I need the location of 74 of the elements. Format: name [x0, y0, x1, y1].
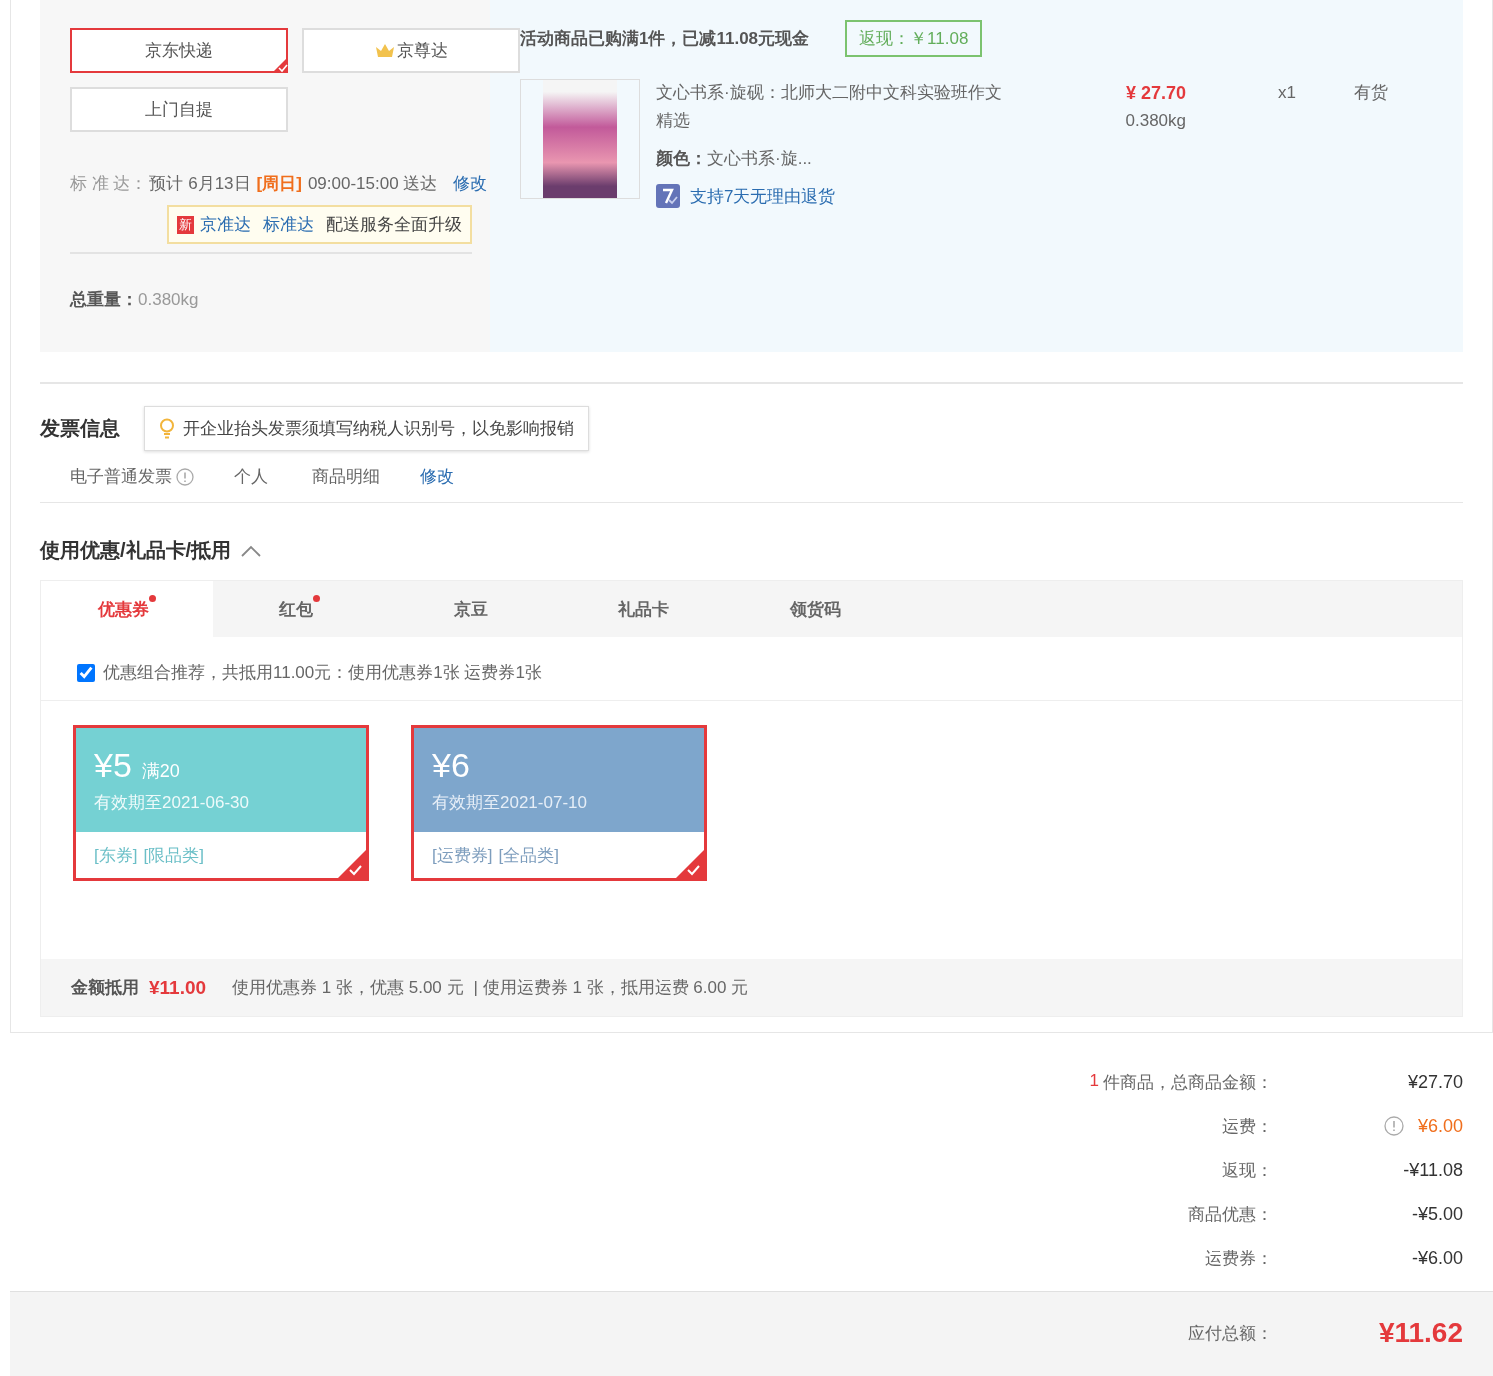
- coupon-tag: [东券]: [94, 843, 138, 867]
- coupon-card[interactable]: ¥6 有效期至2021-07-10 [运费券] [全品类]: [411, 725, 707, 881]
- summary-value: -¥11.08: [1403, 1159, 1463, 1181]
- tooltip-text: 配送服务全面升级: [326, 214, 462, 236]
- delivery-label: 标 准 达：: [70, 173, 148, 195]
- delivery-time: 09:00-15:00 送达: [307, 173, 438, 195]
- new-badge: 新: [177, 215, 194, 234]
- deduction-detail: | 使用运费券 1 张，抵用运费 6.00 元: [473, 977, 749, 999]
- invoice-holder: 个人: [234, 466, 268, 488]
- discount-tab[interactable]: 京豆: [385, 581, 557, 637]
- delivery-date: 预计 6月13日: [149, 173, 251, 195]
- section-title: 使用优惠/礼品卡/抵用: [40, 538, 232, 563]
- recommend-text: 优惠组合推荐，共抵用11.00元：使用优惠券1张 运费券1张: [103, 662, 542, 684]
- crown-icon: [374, 42, 395, 59]
- quantity: x1: [1278, 82, 1296, 104]
- coupon-condition: 满20: [141, 760, 180, 783]
- recommend-checkbox[interactable]: [77, 663, 95, 682]
- weight-value: 0.380kg: [138, 290, 199, 309]
- return-policy-link[interactable]: 支持7天无理由退货: [690, 184, 836, 208]
- coupon-tag: [全品类]: [498, 843, 559, 867]
- coupon-amount: ¥5: [94, 746, 132, 785]
- edit-link[interactable]: 修改: [453, 172, 488, 195]
- product-weight: 0.380kg: [1125, 110, 1186, 132]
- shipping-method-button[interactable]: 上门自提: [70, 87, 288, 132]
- product-price: ¥ 27.70: [1125, 82, 1186, 105]
- coupon-tag: [运费券]: [432, 843, 493, 867]
- total-amount: ¥11.62: [1378, 1317, 1463, 1349]
- total-label: 应付总额：: [1188, 1322, 1273, 1345]
- service-link[interactable]: 标准达: [263, 213, 314, 236]
- edit-link[interactable]: 修改: [420, 465, 454, 488]
- section-title: 发票信息: [40, 416, 120, 441]
- info-icon[interactable]: [176, 467, 194, 486]
- promotion-text: 活动商品已购满1件，已减11.08元现金: [520, 28, 810, 50]
- color-label: 颜色：: [656, 149, 707, 168]
- shipping-method-button[interactable]: 京尊达: [302, 28, 520, 73]
- product-title[interactable]: 文心书系·旋砚：北师大二附中文科实验班作文精选: [656, 79, 1016, 135]
- coupon-validity: 有效期至2021-06-30: [94, 792, 250, 814]
- invoice-type: 电子普通发票: [70, 466, 172, 488]
- coupon-amount: ¥6: [432, 746, 470, 785]
- weight-label: 总重量：: [70, 290, 138, 309]
- cashback-tag: 返现：￥11.08: [845, 20, 983, 57]
- lightbulb-icon: [159, 417, 175, 440]
- discount-tab[interactable]: 领货码: [729, 581, 901, 637]
- item-count: 1: [1089, 1070, 1099, 1092]
- deduction-amount: ¥11.00: [149, 976, 207, 999]
- summary-value: -¥6.00: [1411, 1247, 1463, 1269]
- stock-status: 有货: [1353, 82, 1388, 104]
- deduction-detail: 使用优惠券 1 张，优惠 5.00 元: [232, 977, 464, 999]
- info-icon[interactable]: [1383, 1116, 1404, 1136]
- summary-label: 商品优惠：: [1188, 1203, 1273, 1226]
- collapse-caret-icon[interactable]: [241, 544, 262, 557]
- seven-day-return-icon: [656, 184, 680, 208]
- discount-tab[interactable]: 红包: [213, 581, 385, 637]
- summary-label: 返现：: [1222, 1159, 1273, 1182]
- invoice-content: 商品明细: [312, 466, 380, 488]
- coupon-tag: [限品类]: [143, 843, 204, 867]
- summary-label: 运费：: [1222, 1115, 1273, 1138]
- summary-value: ¥27.70: [1407, 1071, 1463, 1093]
- summary-label: 件商品，总商品金额：: [1103, 1071, 1273, 1094]
- shipping-method-button[interactable]: 京东快递: [70, 28, 288, 73]
- checkmark-corner-icon: [272, 57, 288, 73]
- color-value: 文心书系·旋...: [707, 149, 812, 168]
- checkmark-corner-icon: [676, 850, 704, 878]
- service-link[interactable]: 京准达: [200, 213, 251, 236]
- discount-tab[interactable]: 优惠券: [41, 581, 213, 637]
- summary-value: -¥5.00: [1411, 1203, 1463, 1225]
- summary-value: ¥6.00: [1417, 1115, 1463, 1137]
- coupon-validity: 有效期至2021-07-10: [432, 792, 588, 814]
- tooltip-text: 开企业抬头发票须填写纳税人识别号，以免影响报销: [183, 418, 574, 440]
- discount-tab[interactable]: 礼品卡: [557, 581, 729, 637]
- checkmark-corner-icon: [338, 850, 366, 878]
- deduction-label: 金额抵用: [71, 977, 139, 999]
- delivery-weekday: [周日]: [256, 173, 302, 195]
- summary-label: 运费券：: [1205, 1247, 1273, 1270]
